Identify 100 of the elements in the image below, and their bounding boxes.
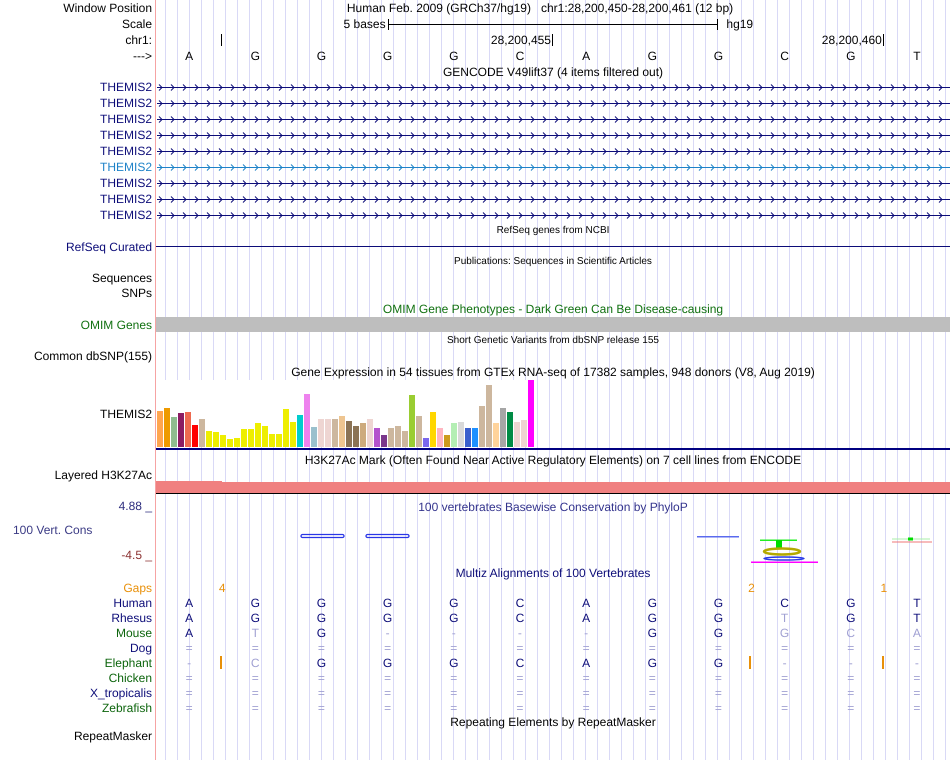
transcript-line[interactable]	[156, 212, 950, 219]
expression-bar[interactable]	[220, 435, 226, 447]
species-label[interactable]: Zebrafish	[102, 700, 152, 714]
expression-bar[interactable]	[157, 411, 163, 447]
expression-bar[interactable]	[374, 428, 380, 447]
track-title: Publications: Sequences in Scientific Articles	[454, 255, 652, 269]
expression-bar[interactable]	[367, 419, 373, 447]
transcript-line[interactable]	[156, 132, 950, 139]
transcript-line[interactable]	[156, 84, 950, 91]
gap-count: 4	[218, 580, 226, 594]
expression-bar[interactable]	[486, 385, 492, 447]
expression-bar[interactable]	[283, 409, 289, 447]
expression-bar[interactable]	[332, 419, 338, 447]
expression-bar[interactable]	[255, 423, 261, 447]
transcript-line[interactable]	[156, 196, 950, 203]
expression-bar[interactable]	[458, 422, 464, 447]
expression-bar[interactable]	[241, 429, 247, 447]
track-label[interactable]: OMIM Genes	[80, 318, 152, 332]
expression-bar[interactable]	[479, 406, 485, 447]
gene-label[interactable]: THEMIS2	[100, 112, 152, 126]
expression-bar[interactable]	[346, 421, 352, 447]
expression-bar[interactable]	[213, 432, 219, 447]
transcript-line[interactable]	[156, 100, 950, 107]
aligned-base: =	[847, 670, 854, 684]
track-label[interactable]: RefSeq Curated	[66, 240, 152, 254]
expression-bar[interactable]	[465, 428, 471, 447]
expression-bar[interactable]	[311, 427, 317, 447]
expression-bar[interactable]	[304, 394, 310, 447]
expression-bar[interactable]	[269, 434, 275, 447]
gene-label[interactable]: THEMIS2	[100, 192, 152, 206]
expression-bar[interactable]	[360, 423, 366, 447]
expression-bar[interactable]	[297, 415, 303, 447]
expression-bar[interactable]	[353, 426, 359, 447]
expression-bar[interactable]	[423, 438, 429, 447]
transcript-line[interactable]	[156, 180, 950, 187]
expression-bar[interactable]	[290, 422, 296, 447]
gene-label[interactable]: THEMIS2	[100, 96, 152, 110]
track-label[interactable]: THEMIS2	[100, 407, 152, 421]
species-label[interactable]: Mouse	[116, 626, 152, 640]
expression-bar[interactable]	[325, 419, 331, 447]
expression-bar[interactable]	[339, 416, 345, 447]
gene-label[interactable]: THEMIS2	[100, 144, 152, 158]
expression-bar[interactable]	[528, 380, 534, 447]
aligned-base: =	[781, 670, 788, 684]
aligned-base: =	[781, 640, 788, 654]
species-label[interactable]: Human	[113, 596, 152, 610]
aligned-base: =	[516, 700, 524, 714]
expression-bar[interactable]	[409, 395, 415, 447]
transcript-line[interactable]	[156, 116, 950, 123]
track-title: Gene Expression in 54 tissues from GTEx RNA-seq of 17382 samples, 948 donors (V8, Aug 2019)	[291, 365, 815, 379]
track-label[interactable]: Common dbSNP(155)	[34, 349, 152, 363]
expression-bar[interactable]	[206, 431, 212, 447]
expression-bar[interactable]	[227, 439, 233, 447]
gene-label[interactable]: THEMIS2	[100, 128, 152, 142]
expression-bar[interactable]	[444, 435, 450, 447]
species-label[interactable]: Rhesus	[111, 610, 152, 624]
species-label[interactable]: Chicken	[108, 670, 152, 684]
expression-bar[interactable]	[318, 419, 324, 447]
expression-bar[interactable]	[395, 426, 401, 447]
row-label: --->	[133, 49, 152, 63]
species-label[interactable]: Dog	[130, 640, 152, 654]
expression-bar[interactable]	[276, 434, 282, 447]
expression-bar[interactable]	[234, 438, 240, 447]
expression-bar[interactable]	[381, 435, 387, 447]
gene-label[interactable]: THEMIS2	[100, 208, 152, 222]
expression-bar[interactable]	[430, 412, 436, 447]
track-label[interactable]: Sequences	[92, 270, 152, 284]
expression-bar[interactable]	[185, 412, 191, 447]
gene-feature-bar[interactable]	[156, 317, 950, 332]
expression-bar[interactable]	[500, 408, 506, 447]
gene-label[interactable]: THEMIS2	[100, 160, 152, 174]
track-label[interactable]: RepeatMasker	[74, 729, 152, 743]
expression-bar[interactable]	[171, 417, 177, 447]
gene-label[interactable]: THEMIS2	[100, 176, 152, 190]
expression-bar[interactable]	[248, 429, 254, 447]
track-label[interactable]: Layered H3K27Ac	[54, 468, 152, 482]
species-label[interactable]: Elephant	[104, 656, 152, 670]
expression-bar[interactable]	[514, 422, 520, 447]
expression-bar[interactable]	[192, 425, 198, 447]
expression-bar[interactable]	[472, 428, 478, 447]
aligned-base: T	[780, 610, 788, 624]
expression-bar[interactable]	[507, 412, 513, 447]
expression-bar[interactable]	[178, 413, 184, 447]
expression-bar[interactable]	[451, 423, 457, 447]
expression-bar[interactable]	[199, 419, 205, 447]
expression-bar[interactable]	[402, 431, 408, 447]
track-title: Repeating Elements by RepeatMasker	[450, 715, 656, 729]
aligned-base: G	[316, 626, 326, 640]
track-label[interactable]: 100 Vert. Cons	[13, 523, 92, 537]
expression-bar[interactable]	[416, 416, 422, 447]
transcript-line[interactable]	[156, 148, 950, 155]
gene-label[interactable]: THEMIS2	[100, 80, 152, 94]
expression-bar[interactable]	[521, 420, 527, 447]
expression-bar[interactable]	[262, 426, 268, 447]
species-label[interactable]: X_tropicalis	[90, 686, 152, 700]
expression-bar[interactable]	[388, 428, 394, 447]
track-label[interactable]: SNPs	[121, 286, 152, 300]
expression-bar[interactable]	[164, 408, 170, 447]
expression-bar[interactable]	[437, 428, 443, 447]
expression-bar[interactable]	[493, 423, 499, 447]
